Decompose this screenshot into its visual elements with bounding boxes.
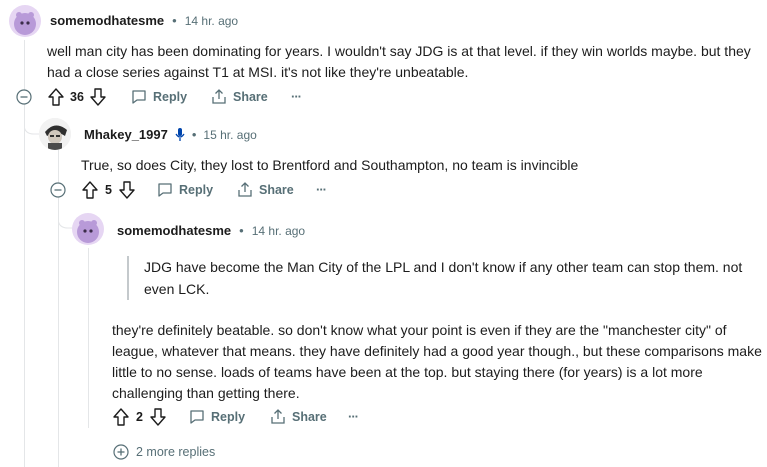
collapse-icon[interactable] xyxy=(50,182,66,198)
username[interactable]: somemodhatesme xyxy=(117,223,231,238)
avatar[interactable] xyxy=(9,5,41,37)
comment-line: challenging than getting there. xyxy=(112,385,300,401)
expand-plus-icon xyxy=(113,444,129,460)
downvote-icon[interactable] xyxy=(150,408,166,426)
upvote-icon[interactable] xyxy=(48,88,64,106)
comment-icon xyxy=(190,410,204,424)
share-icon xyxy=(271,409,285,424)
vote-count: 36 xyxy=(70,90,84,104)
more-options-button[interactable]: ··· xyxy=(348,409,359,424)
more-options-button[interactable]: ··· xyxy=(316,182,327,197)
quote-line: even LCK. xyxy=(144,281,210,297)
comment-body: they're definitely beatable. so don't kn… xyxy=(112,320,764,404)
collapse-icon[interactable] xyxy=(16,89,32,105)
timestamp[interactable]: 15 hr. ago xyxy=(203,128,256,142)
reply-button[interactable]: Reply xyxy=(131,89,187,105)
quote-line: JDG have become the Man City of the LPL … xyxy=(144,259,743,275)
vote-count: 5 xyxy=(105,183,112,197)
timestamp[interactable]: 14 hr. ago xyxy=(185,14,238,28)
comment-line: they're definitely beatable. so don't kn… xyxy=(112,322,727,338)
share-button[interactable]: Share xyxy=(270,408,327,425)
share-label: Share xyxy=(292,409,327,424)
vote-count: 2 xyxy=(136,410,143,424)
comment-icon xyxy=(132,90,146,104)
share-icon xyxy=(212,89,226,104)
share-label: Share xyxy=(233,89,268,104)
more-replies-button[interactable]: 2 more replies xyxy=(113,444,215,460)
separator-dot: • xyxy=(191,127,197,142)
avatar[interactable] xyxy=(72,213,104,245)
upvote-icon[interactable] xyxy=(113,408,129,426)
comment-line: had a close series against T1 at MSI. it… xyxy=(47,64,469,80)
more-options-icon: ··· xyxy=(316,182,327,197)
downvote-icon[interactable] xyxy=(90,88,106,106)
comment-line: well man city has been dominating for ye… xyxy=(47,43,751,59)
comment-line: league, whatever that means. they have d… xyxy=(112,343,762,359)
share-label: Share xyxy=(259,182,294,197)
more-options-button[interactable]: ··· xyxy=(291,89,302,104)
reply-button[interactable]: Reply xyxy=(189,409,245,425)
reply-label: Reply xyxy=(211,410,246,424)
separator-dot: • xyxy=(172,13,177,28)
reply-label: Reply xyxy=(153,90,188,104)
reply-label: Reply xyxy=(179,183,214,197)
upvote-icon[interactable] xyxy=(82,181,98,199)
separator-dot: • xyxy=(239,223,244,238)
downvote-icon[interactable] xyxy=(119,181,135,199)
more-replies-label: 2 more replies xyxy=(136,445,216,459)
comment-body: True, so does City, they lost to Brentfo… xyxy=(81,157,579,173)
thread-line xyxy=(88,248,89,428)
microphone-icon xyxy=(175,127,185,141)
blockquote: JDG have become the Man City of the LPL … xyxy=(127,256,767,300)
username[interactable]: Mhakey_1997 xyxy=(84,127,168,142)
username[interactable]: somemodhatesme xyxy=(50,13,164,28)
share-icon xyxy=(238,182,252,197)
comment-line: little to no sense. loads of teams have … xyxy=(112,364,703,380)
comment-icon xyxy=(158,183,172,197)
more-options-icon: ··· xyxy=(291,89,302,104)
share-button[interactable]: Share xyxy=(237,181,294,198)
comment-body: well man city has been dominating for ye… xyxy=(47,41,762,83)
avatar[interactable] xyxy=(39,118,71,150)
timestamp[interactable]: 14 hr. ago xyxy=(252,224,305,238)
reply-button[interactable]: Reply xyxy=(157,182,213,198)
share-button[interactable]: Share xyxy=(211,88,268,105)
more-options-icon: ··· xyxy=(348,409,359,424)
